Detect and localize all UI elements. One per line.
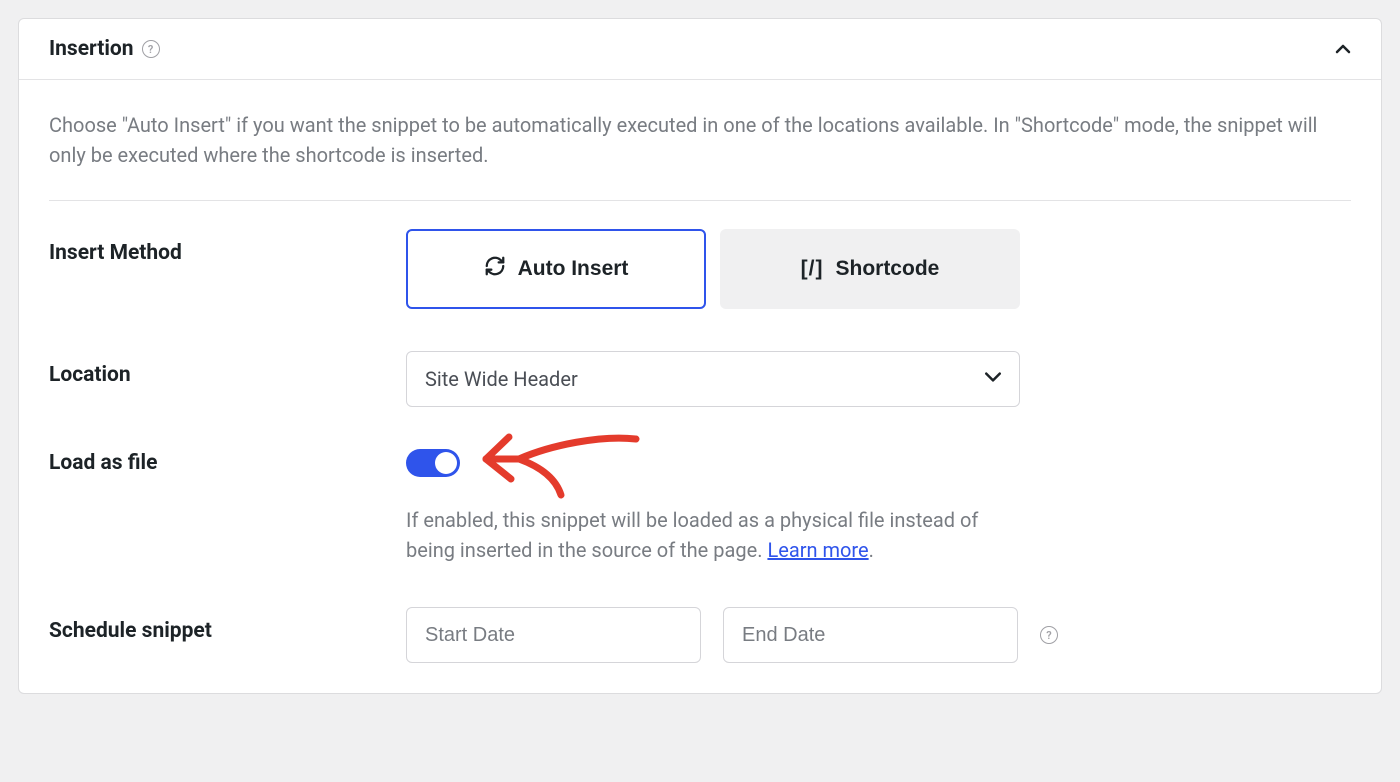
insert-method-button-group: Auto Insert [/] Shortcode <box>406 229 1351 309</box>
panel-header[interactable]: Insertion ? <box>19 19 1381 80</box>
panel-title-wrap: Insertion ? <box>49 37 160 61</box>
auto-insert-label: Auto Insert <box>518 257 629 281</box>
insertion-panel: Insertion ? Choose "Auto Insert" if you … <box>18 18 1382 694</box>
load-as-file-label: Load as file <box>49 451 406 475</box>
load-as-file-row: Load as file <box>49 449 1351 477</box>
panel-title: Insertion <box>49 37 134 61</box>
panel-description: Choose "Auto Insert" if you want the sni… <box>49 110 1351 170</box>
location-row: Location Site Wide Header <box>49 351 1351 407</box>
load-as-file-control <box>406 449 1351 477</box>
location-select[interactable]: Site Wide Header <box>406 351 1020 407</box>
insert-method-label: Insert Method <box>49 229 406 265</box>
start-date-input[interactable] <box>406 607 701 663</box>
shortcode-icon: [/] <box>801 257 824 281</box>
load-as-file-help: If enabled, this snippet will be loaded … <box>406 505 1026 565</box>
learn-more-link[interactable]: Learn more <box>767 538 868 562</box>
load-as-file-help-row: If enabled, this snippet will be loaded … <box>49 477 1351 565</box>
location-label: Location <box>49 351 406 387</box>
shortcode-label: Shortcode <box>835 257 939 281</box>
schedule-row: Schedule snippet ? <box>49 607 1351 663</box>
auto-insert-button[interactable]: Auto Insert <box>406 229 706 309</box>
shortcode-button[interactable]: [/] Shortcode <box>720 229 1020 309</box>
chevron-up-icon[interactable] <box>1335 41 1351 57</box>
load-as-file-toggle[interactable] <box>406 449 460 477</box>
schedule-control: ? <box>406 607 1351 663</box>
schedule-label: Schedule snippet <box>49 607 406 643</box>
end-date-input[interactable] <box>723 607 1018 663</box>
toggle-knob <box>435 452 457 474</box>
divider <box>49 200 1351 201</box>
insert-method-control: Auto Insert [/] Shortcode <box>406 229 1351 309</box>
insert-method-row: Insert Method Auto Insert <box>49 229 1351 309</box>
refresh-icon <box>484 255 506 283</box>
date-inputs: ? <box>406 607 1351 663</box>
location-control: Site Wide Header <box>406 351 1351 407</box>
help-icon[interactable]: ? <box>142 40 160 58</box>
load-as-file-section: Load as file <box>49 449 1351 565</box>
load-as-file-help-text: If enabled, this snippet will be loaded … <box>406 508 978 562</box>
toggle-wrap <box>406 449 1351 477</box>
panel-body: Choose "Auto Insert" if you want the sni… <box>19 80 1381 693</box>
location-select-value: Site Wide Header <box>406 351 1020 407</box>
schedule-help-icon[interactable]: ? <box>1040 626 1058 644</box>
